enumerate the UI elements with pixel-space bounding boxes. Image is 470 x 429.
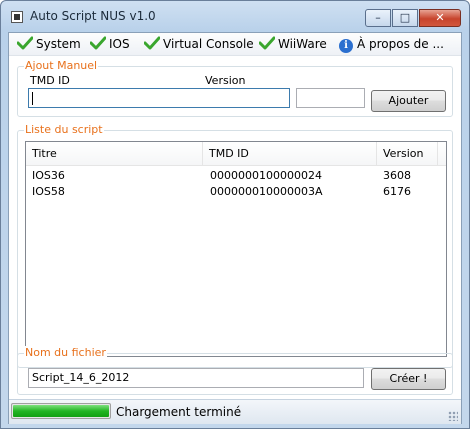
cell-title: IOS36 [32,169,65,182]
client-area: System IOS Virtual Console WiiWare i À pr… [8,32,462,424]
checkmark-icon [144,36,160,50]
menu-item-system[interactable]: System [17,36,81,52]
menu-item-about[interactable]: i À propos de ... [339,36,444,53]
menu-label: IOS [109,37,130,51]
checkmark-icon [90,36,106,50]
minimize-button[interactable]: – [365,9,391,27]
text-caret [32,92,33,105]
group-title: Liste du script [24,123,104,137]
table-row[interactable]: IOS58 000000010000003A 6176 [26,184,446,200]
script-list[interactable]: Titre TMD ID Version IOS36 0000000100000… [25,141,447,357]
cell-title: IOS58 [32,185,65,198]
menu-label: À propos de ... [357,37,444,51]
tmd-id-label: TMD ID [30,74,70,87]
title-bar[interactable]: Auto Script NUS v1.0 – □ ✕ [1,1,469,31]
maximize-button[interactable]: □ [392,9,418,27]
checkmark-icon [259,36,275,50]
menu-item-wiiware[interactable]: WiiWare [259,36,327,52]
file-name-input[interactable]: Script_14_6_2012 [28,368,364,388]
menu-label: WiiWare [278,37,327,51]
file-name-value: Script_14_6_2012 [32,371,130,384]
resize-grip-icon[interactable] [448,411,458,421]
cell-version: 6176 [383,185,411,198]
menu-label: Virtual Console [163,37,254,51]
group-title: Nom du fichier [24,346,107,360]
cell-version: 3608 [383,169,411,182]
tmd-id-input[interactable] [28,88,290,108]
version-input[interactable] [296,88,365,108]
column-header-title[interactable]: Titre [26,142,202,165]
menu-bar: System IOS Virtual Console WiiWare i À pr… [9,33,461,56]
menu-item-virtual-console[interactable]: Virtual Console [144,36,254,52]
progress-fill [13,405,109,417]
menu-item-ios[interactable]: IOS [90,36,130,52]
checkmark-icon [17,36,33,50]
add-button[interactable]: Ajouter [371,90,446,112]
window-title: Auto Script NUS v1.0 [30,9,156,23]
menu-label: System [36,37,81,51]
column-header-version[interactable]: Version [377,142,437,165]
info-icon: i [339,39,353,53]
column-header-tmd-id[interactable]: TMD ID [203,142,376,165]
table-row[interactable]: IOS36 0000000100000024 3608 [26,168,446,184]
status-text: Chargement terminé [116,405,242,419]
close-button[interactable]: ✕ [419,9,461,27]
cell-tmd-id: 0000000100000024 [210,169,322,182]
app-icon [11,11,23,23]
version-label: Version [205,74,246,87]
progress-bar [11,403,111,419]
group-title: Ajout Manuel [24,59,99,73]
status-bar: Chargement terminé [9,399,461,424]
app-window: Auto Script NUS v1.0 – □ ✕ System IOS Vi… [0,0,470,429]
cell-tmd-id: 000000010000003A [210,185,323,198]
create-button[interactable]: Créer ! [371,368,446,390]
column-separator[interactable] [437,142,438,165]
list-header: Titre TMD ID Version [26,142,446,166]
